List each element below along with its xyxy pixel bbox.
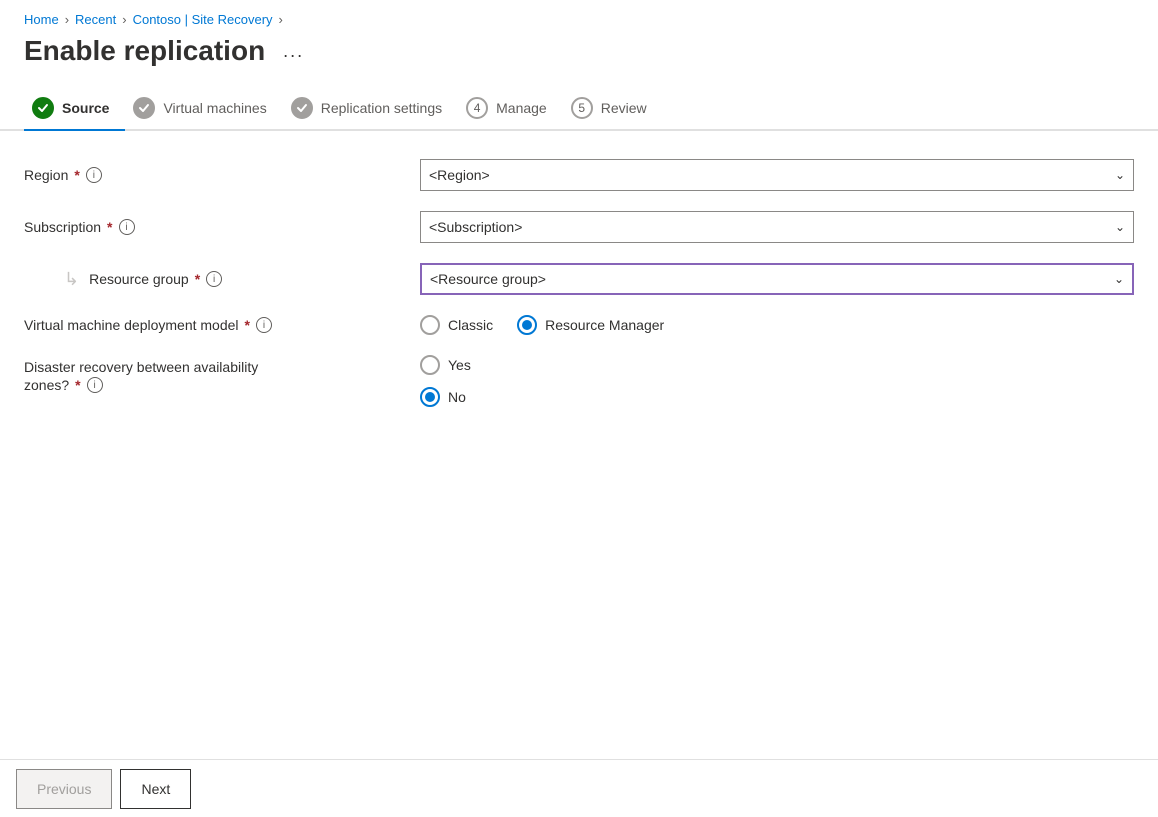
step-source-label: Source bbox=[62, 100, 109, 116]
step-replication-settings[interactable]: Replication settings bbox=[283, 87, 458, 129]
vm-deployment-rm-radio[interactable] bbox=[517, 315, 537, 335]
vm-deployment-classic-radio[interactable] bbox=[420, 315, 440, 335]
vm-deployment-info-icon[interactable]: i bbox=[256, 317, 272, 333]
step-manage-label: Manage bbox=[496, 100, 547, 116]
disaster-recovery-no-option[interactable]: No bbox=[420, 387, 1134, 407]
step-replication-check-icon bbox=[291, 97, 313, 119]
region-dropdown[interactable]: <Region> ⌄ bbox=[420, 159, 1134, 191]
next-button[interactable]: Next bbox=[120, 769, 191, 809]
breadcrumb: Home › Recent › Contoso | Site Recovery … bbox=[0, 0, 1158, 31]
step-review-circle: 5 bbox=[571, 97, 593, 119]
bottom-bar: Previous Next bbox=[0, 759, 1158, 817]
region-dropdown-chevron: ⌄ bbox=[1115, 168, 1125, 182]
region-label: Region * i bbox=[24, 167, 404, 183]
disaster-recovery-label-row1: Disaster recovery between availability bbox=[24, 359, 258, 375]
vm-deployment-classic-option[interactable]: Classic bbox=[420, 315, 493, 335]
step-source-check-icon bbox=[32, 97, 54, 119]
subscription-dropdown-text: <Subscription> bbox=[429, 219, 522, 235]
disaster-recovery-no-label: No bbox=[448, 389, 466, 405]
step-review-label: Review bbox=[601, 100, 647, 116]
wizard-steps: Source Virtual machines Replication sett… bbox=[0, 87, 1158, 131]
step-virtual-machines[interactable]: Virtual machines bbox=[125, 87, 282, 129]
disaster-recovery-yes-label: Yes bbox=[448, 357, 471, 373]
region-info-icon[interactable]: i bbox=[86, 167, 102, 183]
previous-button[interactable]: Previous bbox=[16, 769, 112, 809]
disaster-recovery-label-row2: zones? * i bbox=[24, 377, 103, 393]
resource-group-info-icon[interactable]: i bbox=[206, 271, 222, 287]
breadcrumb-sep3: › bbox=[279, 12, 283, 27]
breadcrumb-recent[interactable]: Recent bbox=[75, 12, 116, 27]
resource-group-label-text: Resource group bbox=[89, 271, 189, 287]
subscription-label: Subscription * i bbox=[24, 219, 404, 235]
vm-deployment-rm-option[interactable]: Resource Manager bbox=[517, 315, 664, 335]
disaster-recovery-radio-group: Yes No bbox=[420, 355, 1134, 407]
step-manage-circle: 4 bbox=[466, 97, 488, 119]
vm-deployment-model-row: Virtual machine deployment model * i Cla… bbox=[24, 315, 1134, 335]
indent-corner-icon: ↳ bbox=[64, 269, 79, 290]
vm-deployment-rm-label: Resource Manager bbox=[545, 317, 664, 333]
resource-group-dropdown-chevron: ⌄ bbox=[1114, 272, 1124, 286]
form-content: Region * i <Region> ⌄ Subscription * i <… bbox=[0, 131, 1158, 407]
page-title: Enable replication bbox=[24, 35, 265, 67]
resource-group-row: ↳ Resource group * i <Resource group> ⌄ bbox=[24, 263, 1134, 295]
vm-deployment-control: Classic Resource Manager bbox=[420, 315, 1134, 335]
vm-deployment-rm-radio-inner bbox=[522, 320, 532, 330]
step-manage[interactable]: 4 Manage bbox=[458, 87, 563, 129]
disaster-recovery-info-icon[interactable]: i bbox=[87, 377, 103, 393]
region-label-text: Region bbox=[24, 167, 68, 183]
subscription-control: <Subscription> ⌄ bbox=[420, 211, 1134, 243]
breadcrumb-sep2: › bbox=[122, 12, 126, 27]
resource-group-dropdown[interactable]: <Resource group> ⌄ bbox=[420, 263, 1134, 295]
breadcrumb-sep1: › bbox=[65, 12, 69, 27]
disaster-recovery-required: * bbox=[75, 377, 80, 393]
resource-group-control: <Resource group> ⌄ bbox=[420, 263, 1134, 295]
breadcrumb-contoso[interactable]: Contoso | Site Recovery bbox=[133, 12, 273, 27]
step-review[interactable]: 5 Review bbox=[563, 87, 663, 129]
disaster-recovery-row: Disaster recovery between availability z… bbox=[24, 355, 1134, 407]
resource-group-required: * bbox=[195, 271, 200, 287]
region-required: * bbox=[74, 167, 79, 183]
disaster-recovery-yes-radio[interactable] bbox=[420, 355, 440, 375]
disaster-recovery-label: Disaster recovery between availability z… bbox=[24, 355, 404, 393]
disaster-recovery-control: Yes No bbox=[420, 355, 1134, 407]
disaster-recovery-no-radio[interactable] bbox=[420, 387, 440, 407]
disaster-recovery-label-line2: zones? bbox=[24, 377, 69, 393]
step-vm-label: Virtual machines bbox=[163, 100, 266, 116]
vm-deployment-label-text: Virtual machine deployment model bbox=[24, 317, 239, 333]
region-control: <Region> ⌄ bbox=[420, 159, 1134, 191]
subscription-row: Subscription * i <Subscription> ⌄ bbox=[24, 211, 1134, 243]
step-source[interactable]: Source bbox=[24, 87, 125, 129]
breadcrumb-home[interactable]: Home bbox=[24, 12, 59, 27]
vm-deployment-required: * bbox=[245, 317, 250, 333]
ellipsis-button[interactable]: ... bbox=[277, 37, 310, 66]
disaster-recovery-yes-option[interactable]: Yes bbox=[420, 355, 1134, 375]
page-title-row: Enable replication ... bbox=[0, 31, 1158, 87]
disaster-recovery-no-radio-inner bbox=[425, 392, 435, 402]
subscription-required: * bbox=[107, 219, 112, 235]
subscription-label-text: Subscription bbox=[24, 219, 101, 235]
subscription-dropdown[interactable]: <Subscription> ⌄ bbox=[420, 211, 1134, 243]
region-dropdown-text: <Region> bbox=[429, 167, 490, 183]
subscription-info-icon[interactable]: i bbox=[119, 219, 135, 235]
region-row: Region * i <Region> ⌄ bbox=[24, 159, 1134, 191]
step-replication-label: Replication settings bbox=[321, 100, 442, 116]
resource-group-dropdown-text: <Resource group> bbox=[430, 271, 546, 287]
vm-deployment-radio-group: Classic Resource Manager bbox=[420, 315, 1134, 335]
vm-deployment-classic-label: Classic bbox=[448, 317, 493, 333]
step-vm-check-icon bbox=[133, 97, 155, 119]
resource-group-label: ↳ Resource group * i bbox=[24, 269, 404, 290]
disaster-recovery-label-line1: Disaster recovery between availability bbox=[24, 359, 258, 375]
subscription-dropdown-chevron: ⌄ bbox=[1115, 220, 1125, 234]
vm-deployment-label: Virtual machine deployment model * i bbox=[24, 317, 404, 333]
